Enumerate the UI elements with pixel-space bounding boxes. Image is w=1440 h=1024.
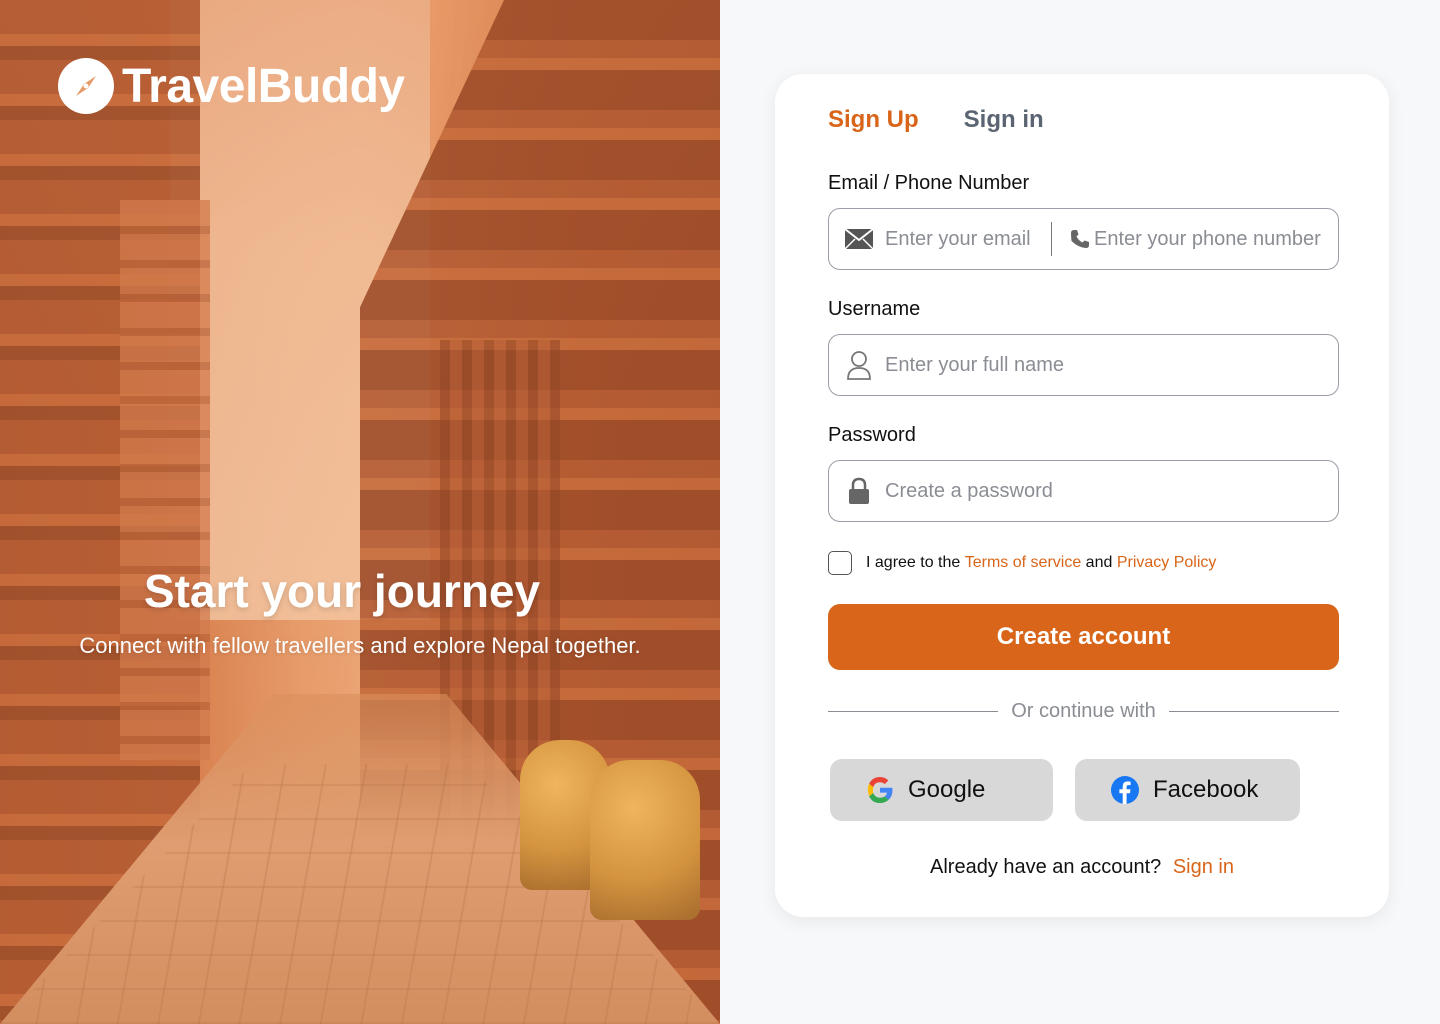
tab-sign-up[interactable]: Sign Up bbox=[828, 106, 919, 134]
signin-prompt: Already have an account? Sign in bbox=[775, 856, 1389, 879]
password-label: Password bbox=[828, 424, 916, 446]
contact-label: Email / Phone Number bbox=[828, 172, 1030, 194]
divider-line bbox=[828, 711, 999, 712]
create-account-button[interactable]: Create account bbox=[828, 604, 1339, 670]
username-label: Username bbox=[828, 298, 921, 320]
contact-field bbox=[828, 208, 1339, 270]
password-field bbox=[828, 460, 1339, 522]
user-icon bbox=[844, 350, 874, 380]
google-button[interactable]: Google bbox=[830, 759, 1053, 821]
hero-panel: TravelBuddy Start your journey Connect w… bbox=[0, 0, 720, 1024]
terms-link[interactable]: Terms of service bbox=[965, 554, 1081, 572]
username-field bbox=[828, 334, 1339, 396]
tab-sign-in[interactable]: Sign in bbox=[964, 106, 1044, 134]
divider-text: Or continue with bbox=[1011, 700, 1156, 722]
username-input[interactable] bbox=[885, 345, 1305, 385]
terms-agreement: I agree to the Terms of service and Priv… bbox=[828, 551, 1216, 575]
signin-question: Already have an account? bbox=[930, 856, 1162, 878]
terms-checkbox[interactable] bbox=[828, 551, 852, 575]
compass-icon bbox=[58, 58, 114, 114]
brand-name: TravelBuddy bbox=[122, 59, 405, 113]
lock-icon bbox=[844, 476, 874, 506]
signin-link[interactable]: Sign in bbox=[1173, 856, 1234, 878]
facebook-button[interactable]: Facebook bbox=[1075, 759, 1300, 821]
field-separator bbox=[1051, 222, 1052, 256]
agree-prefix: I agree to the bbox=[866, 554, 961, 571]
phone-input[interactable] bbox=[1094, 219, 1324, 259]
hero-tint bbox=[0, 0, 720, 1024]
privacy-link[interactable]: Privacy Policy bbox=[1117, 554, 1217, 572]
auth-tabs: Sign Up Sign in bbox=[828, 106, 1044, 134]
signup-card: Sign Up Sign in Email / Phone Number Use… bbox=[775, 74, 1389, 917]
password-input[interactable] bbox=[885, 471, 1305, 511]
google-label: Google bbox=[908, 776, 986, 803]
phone-icon bbox=[1068, 224, 1092, 254]
facebook-label: Facebook bbox=[1153, 776, 1259, 803]
social-divider: Or continue with bbox=[828, 700, 1340, 723]
facebook-icon bbox=[1109, 774, 1141, 806]
hero-title: Start your journey bbox=[143, 565, 541, 617]
divider-line bbox=[1168, 711, 1340, 712]
mail-icon bbox=[844, 224, 874, 254]
email-input[interactable] bbox=[885, 219, 1045, 259]
agree-and: and bbox=[1085, 554, 1113, 571]
hero-subtitle: Connect with fellow travellers and explo… bbox=[79, 633, 641, 658]
brand: TravelBuddy bbox=[58, 58, 405, 114]
google-icon bbox=[864, 774, 896, 806]
